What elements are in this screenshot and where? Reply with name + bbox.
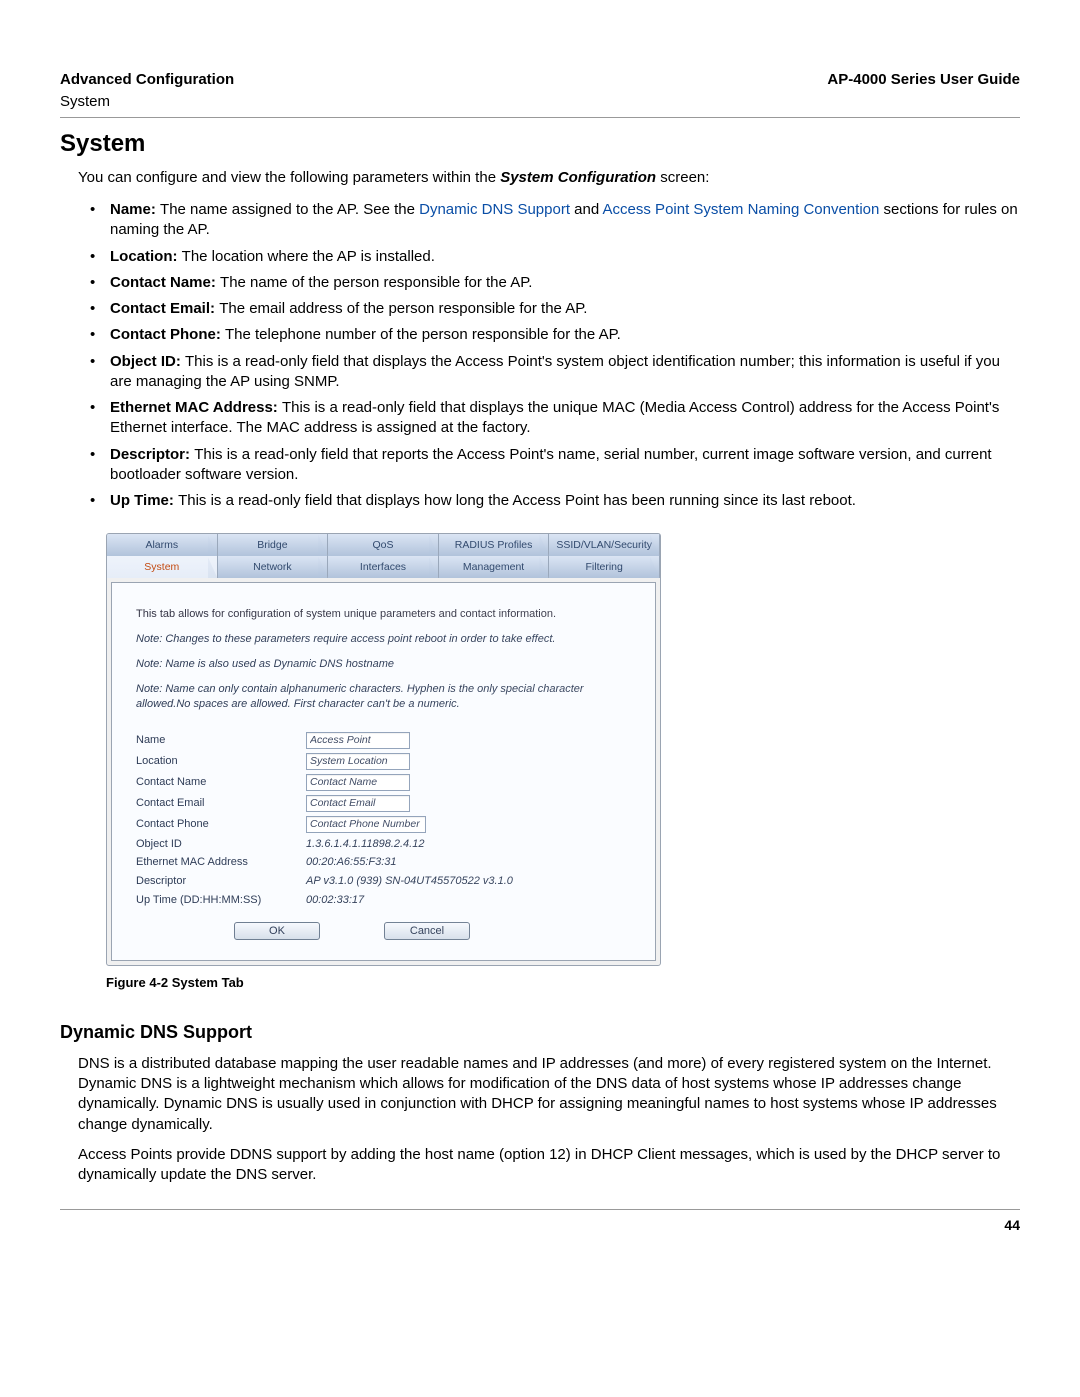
object-id-label: Object ID (136, 837, 306, 852)
note-name-rules: Note: Name can only contain alphanumeric… (136, 682, 631, 712)
list-item: Location: The location where the AP is i… (90, 247, 1020, 267)
cancel-button[interactable]: Cancel (384, 922, 470, 940)
note-ddns: Note: Name is also used as Dynamic DNS h… (136, 657, 631, 672)
intro-prefix: You can configure and view the following… (78, 169, 500, 186)
contact-name-label: Contact Name (136, 775, 306, 790)
list-item: Name: The name assigned to the AP. See t… (90, 200, 1020, 241)
screenshot: Alarms Bridge QoS RADIUS Profiles SSID/V… (106, 533, 661, 966)
button-row: OK Cancel (234, 922, 631, 940)
ddns-paragraph-1: DNS is a distributed database mapping th… (78, 1054, 1020, 1135)
bullet-text: The name of the person responsible for t… (220, 274, 532, 291)
contact-phone-label: Contact Phone (136, 817, 306, 832)
tab-content: This tab allows for configuration of sys… (111, 582, 656, 961)
name-label: Name (136, 733, 306, 748)
list-item: Descriptor: This is a read-only field th… (90, 445, 1020, 486)
bullet-text: The email address of the person responsi… (219, 300, 587, 317)
page-header: Advanced Configuration AP-4000 Series Us… (60, 70, 1020, 92)
bullet-mid: and (574, 201, 602, 218)
descriptor-value: AP v3.1.0 (939) SN-04UT45570522 v3.1.0 (306, 874, 513, 889)
location-label: Location (136, 754, 306, 769)
field-descriptor: Descriptor AP v3.1.0 (939) SN-04UT455705… (136, 874, 631, 889)
bullet-label: Ethernet MAC Address: (110, 399, 282, 416)
field-location: Location (136, 753, 631, 770)
bullet-label: Name: (110, 201, 160, 218)
header-left: Advanced Configuration (60, 70, 234, 90)
bullet-text: This is a read-only field that reports t… (110, 446, 992, 483)
field-object-id: Object ID 1.3.6.1.4.1.11898.2.4.12 (136, 837, 631, 852)
list-item: Up Time: This is a read-only field that … (90, 491, 1020, 511)
bullet-text: The name assigned to the AP. See the (160, 201, 419, 218)
contact-email-input[interactable] (306, 795, 410, 812)
list-item: Ethernet MAC Address: This is a read-onl… (90, 398, 1020, 439)
ok-button[interactable]: OK (234, 922, 320, 940)
bullet-label: Up Time: (110, 492, 178, 509)
tab-filtering[interactable]: Filtering (549, 556, 660, 578)
list-item: Contact Phone: The telephone number of t… (90, 325, 1020, 345)
ddns-heading: Dynamic DNS Support (60, 1020, 1020, 1044)
tabs-row-top: Alarms Bridge QoS RADIUS Profiles SSID/V… (107, 534, 660, 556)
tab-bridge[interactable]: Bridge (218, 534, 329, 556)
contact-phone-input[interactable] (306, 816, 426, 833)
descriptor-label: Descriptor (136, 874, 306, 889)
link-ddns[interactable]: Dynamic DNS Support (419, 201, 570, 218)
field-uptime: Up Time (DD:HH:MM:SS) 00:02:33:17 (136, 893, 631, 908)
bullet-text: This is a read-only field that displays … (110, 353, 1000, 390)
page-footer: 44 (60, 1209, 1020, 1235)
uptime-value: 00:02:33:17 (306, 893, 364, 908)
bullet-label: Location: (110, 248, 182, 265)
field-contact-phone: Contact Phone (136, 816, 631, 833)
field-name: Name (136, 732, 631, 749)
bullet-list: Name: The name assigned to the AP. See t… (90, 200, 1020, 511)
bullet-label: Descriptor: (110, 446, 194, 463)
tab-description: This tab allows for configuration of sys… (136, 607, 631, 622)
bullet-text: This is a read-only field that displays … (178, 492, 856, 509)
field-contact-email: Contact Email (136, 795, 631, 812)
note-reboot: Note: Changes to these parameters requir… (136, 632, 631, 647)
tabs-row-bottom: System Network Interfaces Management Fil… (107, 556, 660, 578)
tab-ssid-vlan-security[interactable]: SSID/VLAN/Security (549, 534, 660, 556)
link-naming-convention[interactable]: Access Point System Naming Convention (603, 201, 880, 218)
figure-caption: Figure 4-2 System Tab (106, 974, 1020, 992)
contact-email-label: Contact Email (136, 796, 306, 811)
field-contact-name: Contact Name (136, 774, 631, 791)
ddns-paragraph-2: Access Points provide DDNS support by ad… (78, 1145, 1020, 1186)
intro-bold: System Configuration (500, 169, 656, 186)
tab-radius-profiles[interactable]: RADIUS Profiles (439, 534, 550, 556)
intro-suffix: screen: (660, 169, 709, 186)
bullet-label: Contact Name: (110, 274, 220, 291)
tab-qos[interactable]: QoS (328, 534, 439, 556)
page-number: 44 (1004, 1217, 1020, 1233)
screenshot-figure: Alarms Bridge QoS RADIUS Profiles SSID/V… (106, 533, 1020, 966)
header-sub: System (60, 92, 1020, 117)
bullet-text: The telephone number of the person respo… (225, 326, 621, 343)
section-title: System (60, 128, 1020, 160)
mac-label: Ethernet MAC Address (136, 855, 306, 870)
tab-system[interactable]: System (107, 556, 218, 578)
field-mac: Ethernet MAC Address 00:20:A6:55:F3:31 (136, 855, 631, 870)
tab-alarms[interactable]: Alarms (107, 534, 218, 556)
bullet-text: The location where the AP is installed. (182, 248, 435, 265)
bullet-label: Contact Email: (110, 300, 219, 317)
tab-network[interactable]: Network (218, 556, 329, 578)
intro-text: You can configure and view the following… (78, 168, 1020, 188)
list-item: Object ID: This is a read-only field tha… (90, 352, 1020, 393)
contact-name-input[interactable] (306, 774, 410, 791)
object-id-value: 1.3.6.1.4.1.11898.2.4.12 (306, 837, 424, 852)
list-item: Contact Email: The email address of the … (90, 299, 1020, 319)
tab-interfaces[interactable]: Interfaces (328, 556, 439, 578)
bullet-label: Object ID: (110, 353, 185, 370)
list-item: Contact Name: The name of the person res… (90, 273, 1020, 293)
uptime-label: Up Time (DD:HH:MM:SS) (136, 893, 306, 908)
tab-management[interactable]: Management (439, 556, 550, 578)
bullet-label: Contact Phone: (110, 326, 225, 343)
location-input[interactable] (306, 753, 410, 770)
mac-value: 00:20:A6:55:F3:31 (306, 855, 397, 870)
name-input[interactable] (306, 732, 410, 749)
header-right: AP-4000 Series User Guide (827, 70, 1020, 90)
